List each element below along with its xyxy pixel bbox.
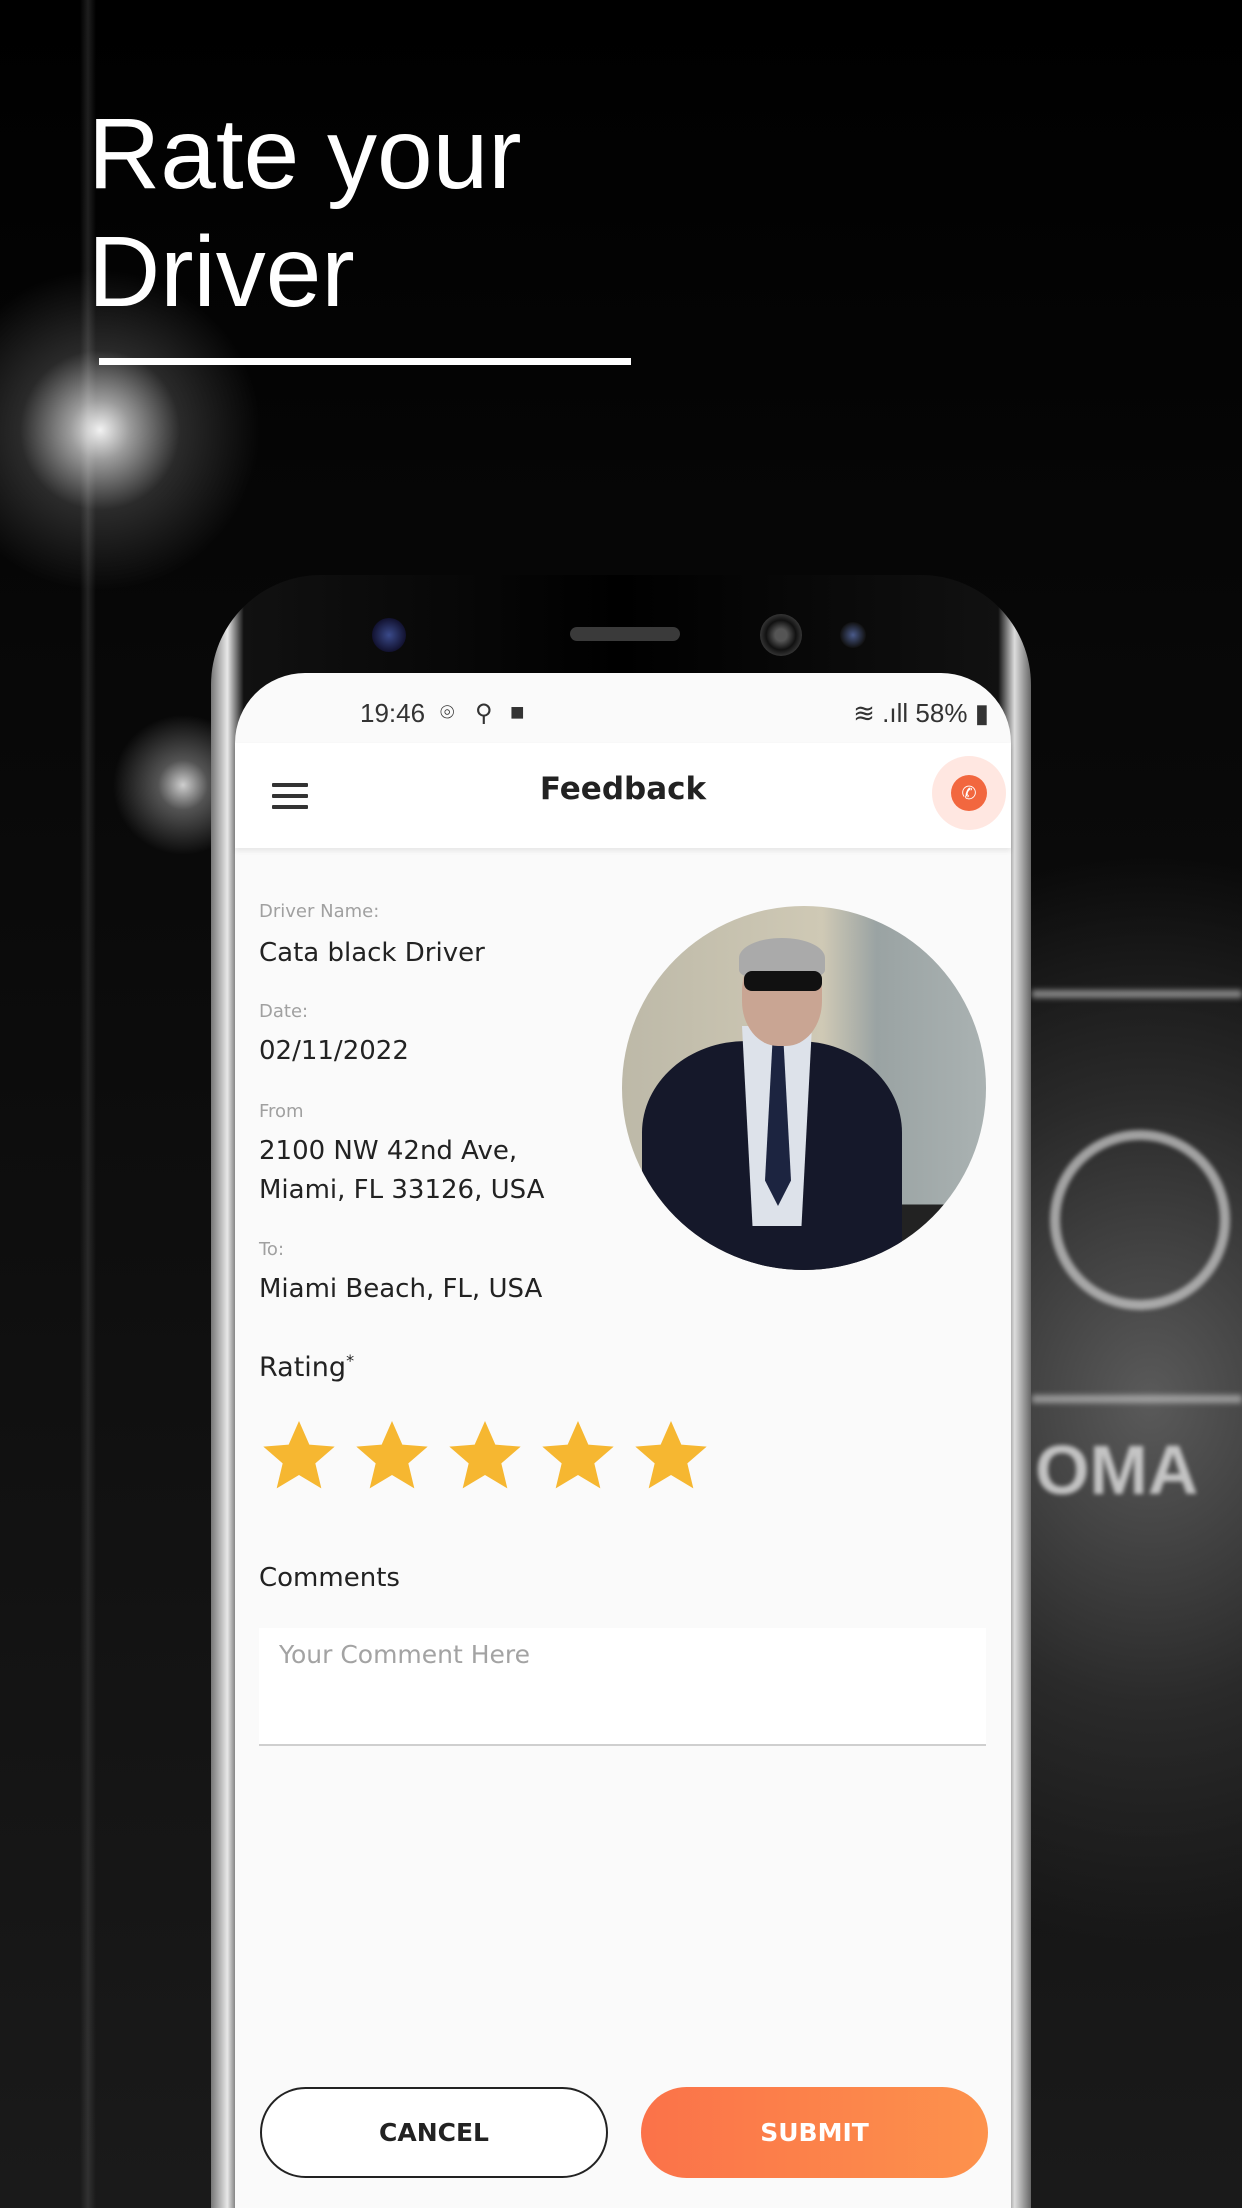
location-icon: ⌾	[440, 699, 455, 726]
comment-input[interactable]	[259, 1628, 986, 1746]
wifi-icon: ≋	[853, 698, 875, 728]
headline-underline	[99, 358, 631, 365]
battery-level: 58%	[915, 698, 968, 728]
rating-label: Rating*	[259, 1351, 354, 1383]
location-pin-icon: ⚲	[475, 700, 493, 727]
to-label: To:	[259, 1239, 285, 1260]
battery-icon: ▮	[974, 698, 989, 728]
driver-photo	[622, 906, 986, 1270]
earpiece	[570, 627, 680, 641]
front-camera	[760, 614, 802, 656]
sensor	[372, 618, 406, 652]
app-bar: Feedback ✆	[235, 743, 1011, 848]
from-label: From	[259, 1101, 304, 1122]
comments-label: Comments	[259, 1563, 400, 1593]
status-time: 19:46	[360, 698, 426, 728]
star-icon[interactable]	[538, 1416, 618, 1496]
star-icon[interactable]	[445, 1416, 525, 1496]
headline-line-1: Rate your	[88, 98, 522, 210]
from-address-line2: Miami, FL 33126, USA	[259, 1175, 545, 1205]
signal-icon: .ıll	[882, 698, 909, 728]
phone-screen: 19:46 ⌾ ⚲ ■ ≋ .ıll 58% ▮ Feedback ✆ Driv…	[235, 673, 1011, 2208]
car-trim	[1032, 990, 1242, 998]
iris-sensor	[840, 622, 866, 648]
car-trim	[1032, 1395, 1242, 1403]
date-label: Date:	[259, 1001, 309, 1022]
cancel-button[interactable]: CANCEL	[260, 2087, 608, 2178]
headline-line-2: Driver	[88, 216, 355, 328]
trip-date: 02/11/2022	[259, 1036, 409, 1066]
to-address: Miami Beach, FL, USA	[259, 1274, 543, 1304]
star-icon[interactable]	[631, 1416, 711, 1496]
car-lettering: OMA	[1035, 1431, 1199, 1509]
status-bar: 19:46 ⌾ ⚲ ■ ≋ .ıll 58% ▮	[235, 693, 1011, 737]
promo-headline: Rate your Driver	[88, 95, 522, 331]
submit-button[interactable]: SUBMIT	[641, 2087, 988, 2178]
phone-icon: ✆	[951, 775, 987, 811]
car-emblem	[1050, 1130, 1230, 1310]
star-icon[interactable]	[352, 1416, 432, 1496]
star-rating[interactable]	[259, 1416, 711, 1496]
from-address-line1: 2100 NW 42nd Ave,	[259, 1136, 518, 1166]
driver-name-label: Driver Name:	[259, 901, 380, 922]
rating-label-text: Rating	[259, 1352, 347, 1383]
star-icon[interactable]	[259, 1416, 339, 1496]
video-icon: ■	[510, 699, 525, 726]
driver-name: Cata black Driver	[259, 938, 485, 968]
status-right: ≋ .ıll 58% ▮	[853, 698, 989, 729]
required-mark: *	[346, 1351, 355, 1370]
call-button[interactable]: ✆	[932, 756, 1006, 830]
page-title: Feedback	[539, 771, 707, 807]
